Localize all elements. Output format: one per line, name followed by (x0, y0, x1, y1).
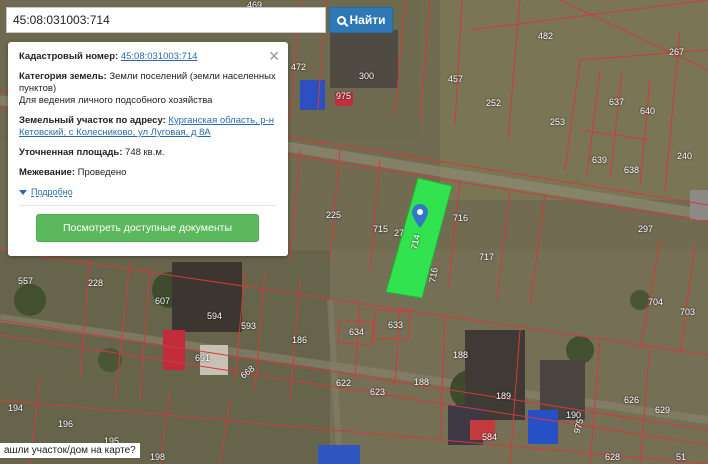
search-icon (336, 15, 346, 25)
parcel-label: 189 (496, 391, 512, 401)
parcel-label: 252 (486, 98, 502, 108)
parcel-label: 633 (388, 320, 404, 330)
parcel-label: 228 (88, 278, 104, 288)
area-row: Уточненная площадь: 748 кв.м. (19, 147, 277, 159)
parcel-label: 267 (669, 47, 685, 57)
parcel-label: 188 (414, 377, 430, 387)
parcel-label: 225 (326, 210, 342, 220)
category-label: Категория земель: (19, 71, 107, 82)
area-value: 748 кв.м. (125, 147, 165, 158)
category-row: Категория земель: Земли поселений (земли… (19, 71, 277, 107)
parcel-label: 704 (648, 297, 664, 307)
parcel-label: 196 (58, 419, 74, 429)
category-use: Для ведения личного подсобного хозяйства (19, 95, 213, 106)
parcel-label: 472 (291, 62, 307, 72)
parcel-label: 691 (195, 353, 211, 363)
parcel-label: 639 (592, 155, 608, 165)
cadastral-row: Кадастровый номер: 45:08:031003:714 (19, 51, 277, 63)
parcel-label: 194 (8, 403, 24, 413)
cadastral-label: Кадастровый номер: (19, 51, 119, 62)
parcel-label: 607 (155, 296, 171, 306)
parcel-label: 717 (479, 252, 495, 262)
divider (19, 205, 277, 206)
parcel-label: 240 (677, 151, 693, 161)
parcel-label: 638 (624, 165, 640, 175)
parcel-label: 626 (624, 395, 640, 405)
parcel-label: 715 (373, 224, 389, 234)
parcel-label: 594 (207, 311, 223, 321)
survey-label: Межевание: (19, 167, 75, 178)
chevron-down-icon (19, 189, 27, 195)
parcel-label: 198 (150, 452, 166, 462)
parcel-label: 253 (550, 117, 566, 127)
parcel-label: 300 (359, 71, 375, 81)
parcel-label: 623 (370, 387, 386, 397)
parcel-label: 186 (292, 335, 308, 345)
cadastral-link[interactable]: 45:08:031003:714 (121, 51, 198, 62)
address-label: Земельный участок по адресу: (19, 115, 166, 126)
parcel-label: 593 (241, 321, 257, 331)
search-button-label: Найти (349, 13, 386, 27)
parcel-label: 297 (638, 224, 654, 234)
parcel-label: 557 (18, 276, 34, 286)
parcel-label: 622 (336, 378, 352, 388)
found-parcel-prompt[interactable]: ашли участок/дом на карте? (0, 443, 140, 458)
survey-value: Проведено (77, 167, 127, 178)
details-toggle[interactable]: Подробно (19, 187, 277, 197)
view-documents-button[interactable]: Посмотреть доступные документы (36, 214, 259, 242)
close-icon[interactable]: ✕ (268, 48, 280, 65)
parcel-label: 482 (538, 31, 554, 41)
parcel-label: 188 (453, 350, 469, 360)
parcel-label: 51 (676, 452, 687, 462)
area-label: Уточненная площадь: (19, 147, 123, 158)
parcel-label: 628 (605, 452, 621, 462)
parcel-label: 584 (482, 432, 498, 442)
details-link[interactable]: Подробно (31, 187, 73, 197)
parcel-label: 975 (336, 91, 352, 101)
parcel-label: 637 (609, 97, 625, 107)
parcel-info-card: ✕ Кадастровый номер: 45:08:031003:714 Ка… (8, 42, 288, 256)
parcel-label: 716 (453, 213, 469, 223)
parcel-label: 629 (655, 405, 671, 415)
parcel-label: 640 (640, 106, 656, 116)
survey-row: Межевание: Проведено (19, 167, 277, 179)
address-row: Земельный участок по адресу: Курганская … (19, 115, 277, 139)
search-input[interactable]: 45:08:031003:714 (6, 7, 326, 33)
search-button[interactable]: Найти (329, 7, 393, 33)
parcel-label: 457 (448, 74, 464, 84)
parcel-label: 27 (394, 228, 405, 238)
map-pin-icon[interactable] (412, 204, 428, 228)
parcel-label: 190 (566, 410, 582, 420)
parcel-label: 634 (349, 327, 365, 337)
parcel-label: 703 (680, 307, 696, 317)
